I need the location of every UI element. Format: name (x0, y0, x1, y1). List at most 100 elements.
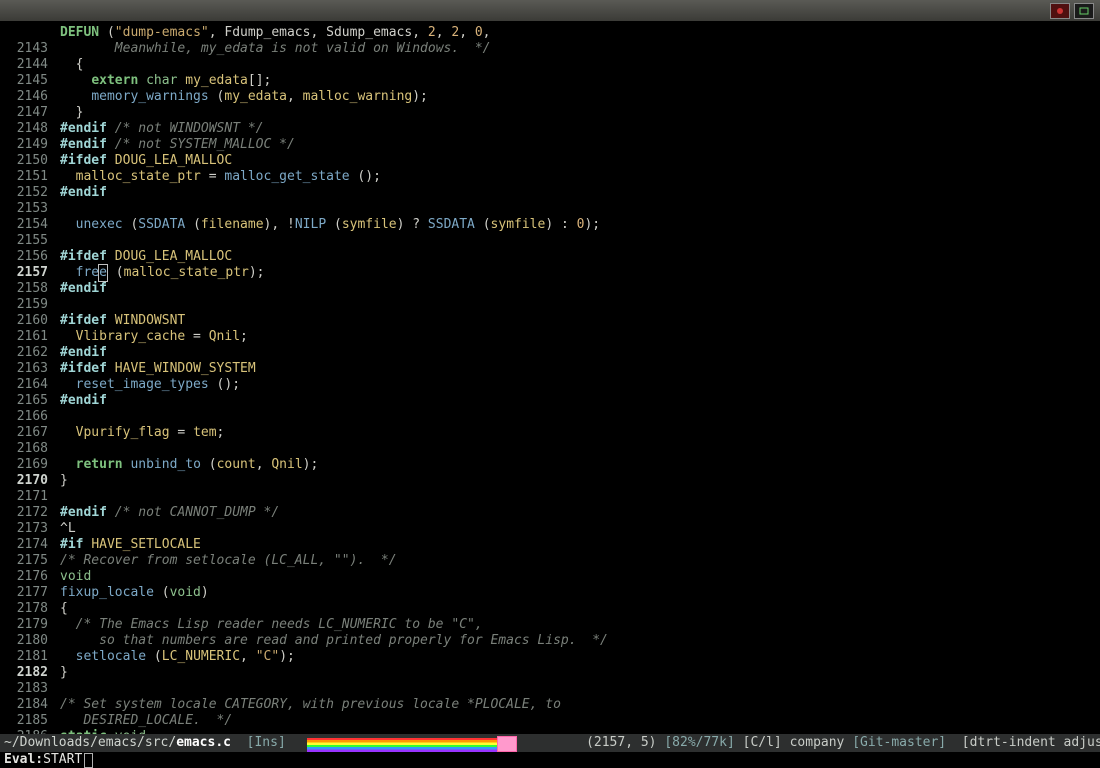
code-line[interactable]: 2150#ifdef DOUG_LEA_MALLOC (0, 153, 1100, 169)
code-line[interactable]: 2147 } (0, 105, 1100, 121)
code-line[interactable]: 2164 reset_image_types (); (0, 377, 1100, 393)
code-line[interactable]: 2153 (0, 201, 1100, 217)
code-content[interactable]: { (60, 601, 1100, 617)
code-content[interactable]: #ifdef WINDOWSNT (60, 313, 1100, 329)
code-line[interactable]: 2151 malloc_state_ptr = malloc_get_state… (0, 169, 1100, 185)
code-content[interactable]: } (60, 665, 1100, 681)
code-content[interactable]: /* Set system locale CATEGORY, with prev… (60, 697, 1100, 713)
code-content[interactable]: #endif /* not CANNOT_DUMP */ (60, 505, 1100, 521)
code-content[interactable]: #ifdef DOUG_LEA_MALLOC (60, 249, 1100, 265)
code-content[interactable]: DESIRED_LOCALE. */ (60, 713, 1100, 729)
line-number: 2154 (0, 217, 60, 233)
code-content[interactable]: #if HAVE_SETLOCALE (60, 537, 1100, 553)
code-content[interactable]: #endif (60, 345, 1100, 361)
code-line[interactable]: 2166 (0, 409, 1100, 425)
code-line[interactable]: 2170} (0, 473, 1100, 489)
code-content[interactable] (60, 201, 1100, 217)
code-line[interactable]: 2154 unexec (SSDATA (filename), !NILP (s… (0, 217, 1100, 233)
code-content[interactable]: { (60, 57, 1100, 73)
code-content[interactable]: Meanwhile, my_edata is not valid on Wind… (60, 41, 1100, 57)
code-content[interactable]: #endif (60, 185, 1100, 201)
line-number: 2168 (0, 441, 60, 457)
code-line[interactable]: 2144 { (0, 57, 1100, 73)
code-line[interactable]: 2184/* Set system locale CATEGORY, with … (0, 697, 1100, 713)
code-line[interactable]: 2185 DESIRED_LOCALE. */ (0, 713, 1100, 729)
mode-line-position: (2157, 5) (586, 735, 656, 751)
code-line[interactable]: 2169 return unbind_to (count, Qnil); (0, 457, 1100, 473)
code-line[interactable]: 2157 free (malloc_state_ptr); (0, 265, 1100, 281)
code-line[interactable]: 2168 (0, 441, 1100, 457)
code-content[interactable]: Vlibrary_cache = Qnil; (60, 329, 1100, 345)
code-content[interactable]: setlocale (LC_NUMERIC, "C"); (60, 649, 1100, 665)
code-content[interactable]: fixup_locale (void) (60, 585, 1100, 601)
code-line[interactable]: 2165#endif (0, 393, 1100, 409)
code-line[interactable]: 2156#ifdef DOUG_LEA_MALLOC (0, 249, 1100, 265)
code-content[interactable]: #ifdef HAVE_WINDOW_SYSTEM (60, 361, 1100, 377)
code-line[interactable]: 2171 (0, 489, 1100, 505)
code-content[interactable]: reset_image_types (); (60, 377, 1100, 393)
code-line[interactable]: 2177fixup_locale (void) (0, 585, 1100, 601)
code-content[interactable]: /* The Emacs Lisp reader needs LC_NUMERI… (60, 617, 1100, 633)
line-number: 2148 (0, 121, 60, 137)
code-line[interactable]: 2173^L (0, 521, 1100, 537)
window-maximize-button[interactable] (1074, 3, 1094, 19)
code-content[interactable]: DEFUN ("dump-emacs", Fdump_emacs, Sdump_… (60, 25, 1100, 41)
code-line[interactable]: 2174#if HAVE_SETLOCALE (0, 537, 1100, 553)
code-line[interactable]: 2167 Vpurify_flag = tem; (0, 425, 1100, 441)
code-line[interactable]: 2152#endif (0, 185, 1100, 201)
code-content[interactable]: /* Recover from setlocale (LC_ALL, ""). … (60, 553, 1100, 569)
code-line[interactable]: 2161 Vlibrary_cache = Qnil; (0, 329, 1100, 345)
code-line[interactable]: 2145 extern char my_edata[]; (0, 73, 1100, 89)
code-content[interactable]: } (60, 473, 1100, 489)
code-line[interactable]: 2160#ifdef WINDOWSNT (0, 313, 1100, 329)
code-line[interactable]: 2159 (0, 297, 1100, 313)
code-line[interactable]: 2146 memory_warnings (my_edata, malloc_w… (0, 89, 1100, 105)
line-number: 2166 (0, 409, 60, 425)
code-line[interactable]: 2175/* Recover from setlocale (LC_ALL, "… (0, 553, 1100, 569)
code-content[interactable]: Vpurify_flag = tem; (60, 425, 1100, 441)
code-content[interactable] (60, 441, 1100, 457)
code-content[interactable] (60, 489, 1100, 505)
code-line[interactable]: 2163#ifdef HAVE_WINDOW_SYSTEM (0, 361, 1100, 377)
code-line[interactable]: 2148#endif /* not WINDOWSNT */ (0, 121, 1100, 137)
code-line[interactable]: 2176void (0, 569, 1100, 585)
code-content[interactable]: #endif /* not SYSTEM_MALLOC */ (60, 137, 1100, 153)
code-content[interactable] (60, 681, 1100, 697)
code-line[interactable]: 2182} (0, 665, 1100, 681)
code-content[interactable]: #endif (60, 281, 1100, 297)
minibuffer-input[interactable]: START (43, 752, 82, 768)
code-line[interactable]: 2149#endif /* not SYSTEM_MALLOC */ (0, 137, 1100, 153)
minibuffer[interactable]: Eval: START (0, 752, 1100, 768)
editor-pane[interactable]: DEFUN ("dump-emacs", Fdump_emacs, Sdump_… (0, 21, 1100, 736)
code-content[interactable]: so that numbers are read and printed pro… (60, 633, 1100, 649)
code-line[interactable]: 2179 /* The Emacs Lisp reader needs LC_N… (0, 617, 1100, 633)
code-content[interactable]: } (60, 105, 1100, 121)
code-line[interactable]: 2178{ (0, 601, 1100, 617)
code-line[interactable]: 2172#endif /* not CANNOT_DUMP */ (0, 505, 1100, 521)
window-close-button[interactable] (1050, 3, 1070, 19)
code-content[interactable]: unexec (SSDATA (filename), !NILP (symfil… (60, 217, 1100, 233)
minibuffer-prompt: Eval: (4, 752, 43, 768)
code-content[interactable]: #endif /* not WINDOWSNT */ (60, 121, 1100, 137)
code-content[interactable]: #ifdef DOUG_LEA_MALLOC (60, 153, 1100, 169)
code-line[interactable]: DEFUN ("dump-emacs", Fdump_emacs, Sdump_… (0, 25, 1100, 41)
code-content[interactable]: #endif (60, 393, 1100, 409)
code-content[interactable]: void (60, 569, 1100, 585)
code-content[interactable]: malloc_state_ptr = malloc_get_state (); (60, 169, 1100, 185)
code-content[interactable]: memory_warnings (my_edata, malloc_warnin… (60, 89, 1100, 105)
code-content[interactable] (60, 409, 1100, 425)
code-line[interactable]: 2158#endif (0, 281, 1100, 297)
code-content[interactable]: extern char my_edata[]; (60, 73, 1100, 89)
mode-line[interactable]: ~/Downloads/emacs/src/emacs.c [Ins] (215… (0, 734, 1100, 752)
code-line[interactable]: 2181 setlocale (LC_NUMERIC, "C"); (0, 649, 1100, 665)
code-line[interactable]: 2143 Meanwhile, my_edata is not valid on… (0, 41, 1100, 57)
code-content[interactable]: free (malloc_state_ptr); (60, 265, 1100, 281)
code-line[interactable]: 2162#endif (0, 345, 1100, 361)
code-content[interactable]: return unbind_to (count, Qnil); (60, 457, 1100, 473)
code-line[interactable]: 2155 (0, 233, 1100, 249)
code-line[interactable]: 2180 so that numbers are read and printe… (0, 633, 1100, 649)
code-content[interactable] (60, 297, 1100, 313)
code-content[interactable] (60, 233, 1100, 249)
code-content[interactable]: ^L (60, 521, 1100, 537)
code-line[interactable]: 2183 (0, 681, 1100, 697)
